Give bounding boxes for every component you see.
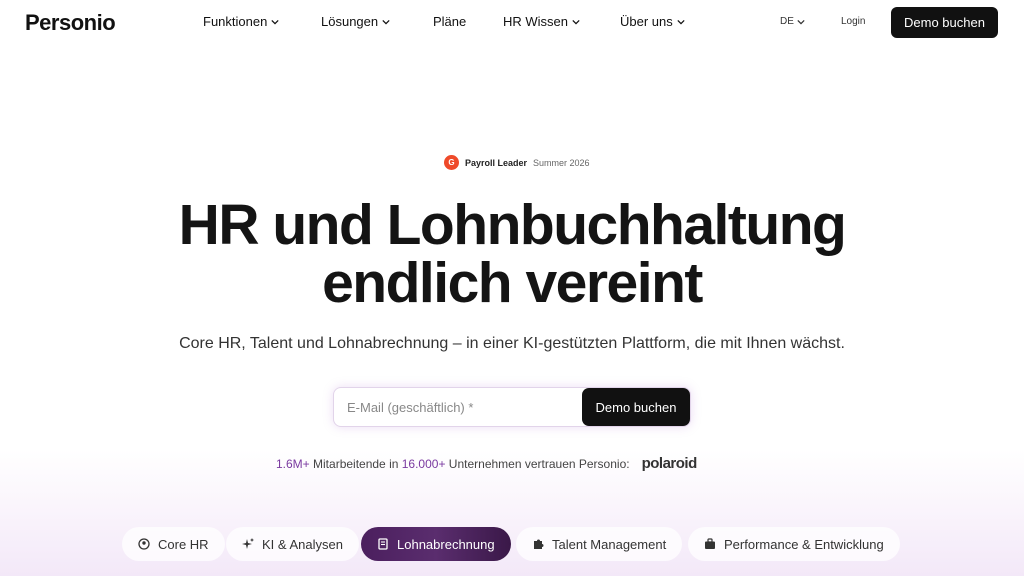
chevron-down-icon <box>572 19 580 24</box>
menu-label: Über uns <box>620 14 673 29</box>
hero-title-line2: endlich vereint <box>322 251 703 315</box>
product-tabs: Core HR KI & Analysen Lohnabrechnung Tal… <box>0 527 1024 561</box>
tab-performance-entwicklung[interactable]: Performance & Entwicklung <box>688 527 900 561</box>
tab-label: Lohnabrechnung <box>397 536 495 552</box>
menu-label: Lösungen <box>321 14 379 29</box>
menu-item-funktionen[interactable]: Funktionen <box>203 14 279 29</box>
language-label: DE <box>780 16 794 27</box>
menu-label: Pläne <box>433 14 467 29</box>
personio-logo[interactable]: Personio <box>25 10 116 36</box>
trust-text-1: Mitarbeitende in <box>309 456 402 471</box>
g2-logo-icon: G <box>444 155 459 170</box>
receipt-icon <box>377 538 389 550</box>
menu-label: HR Wissen <box>503 14 569 29</box>
employee-count: 1.6M+ <box>276 456 310 471</box>
trust-text-2: Unternehmen vertrauen Personio: <box>445 456 630 471</box>
puzzle-icon <box>532 538 544 550</box>
menu-item-loesungen[interactable]: Lösungen <box>321 14 390 29</box>
hero-subtitle: Core HR, Talent und Lohnabrechnung – in … <box>179 335 845 352</box>
menu-item-plaene[interactable]: Pläne <box>433 14 466 29</box>
chevron-down-icon <box>797 19 805 24</box>
email-input[interactable] <box>334 399 582 415</box>
language-selector[interactable]: DE <box>780 16 805 27</box>
menu-label: Funktionen <box>203 14 268 29</box>
tab-core-hr[interactable]: Core HR <box>122 527 225 561</box>
user-circle-icon <box>138 538 150 550</box>
tab-label: Talent Management <box>552 536 667 552</box>
badge-subtitle: Summer 2026 <box>533 157 590 168</box>
badge-title: Payroll Leader <box>465 157 528 168</box>
tab-ki-analysen[interactable]: KI & Analysen <box>226 527 359 561</box>
login-link[interactable]: Login <box>841 16 865 27</box>
chevron-down-icon <box>677 19 685 24</box>
tab-label: KI & Analysen <box>262 536 343 552</box>
demo-signup-form: Demo buchen <box>333 387 691 427</box>
trust-line: 1.6M+ Mitarbeitende in 16.000+ Unternehm… <box>276 455 697 472</box>
menu-item-hr-wissen[interactable]: HR Wissen <box>503 14 580 29</box>
tab-talent-management[interactable]: Talent Management <box>516 527 683 561</box>
chevron-down-icon <box>271 19 279 24</box>
tab-label: Core HR <box>158 536 209 552</box>
company-count: 16.000+ <box>401 456 446 471</box>
tab-lohnabrechnung[interactable]: Lohnabrechnung <box>361 527 511 561</box>
top-navigation: Personio Funktionen Lösungen Pläne HR Wi… <box>0 0 1024 44</box>
hero-title-line1: HR und Lohnbuchhaltung <box>178 193 847 257</box>
hero-title: HR und Lohnbuchhaltung endlich vereint <box>0 196 1024 312</box>
tab-label: Performance & Entwicklung <box>724 536 884 552</box>
demo-button-header[interactable]: Demo buchen <box>891 7 998 38</box>
briefcase-icon <box>704 538 716 550</box>
sparkle-icon <box>242 538 254 550</box>
chevron-down-icon <box>382 19 390 24</box>
menu-item-ueber-uns[interactable]: Über uns <box>620 14 685 29</box>
g2-award-badge: G Payroll Leader Summer 2026 <box>444 155 590 170</box>
polaroid-logo: polaroid <box>641 455 698 472</box>
demo-button-form[interactable]: Demo buchen <box>582 388 690 426</box>
